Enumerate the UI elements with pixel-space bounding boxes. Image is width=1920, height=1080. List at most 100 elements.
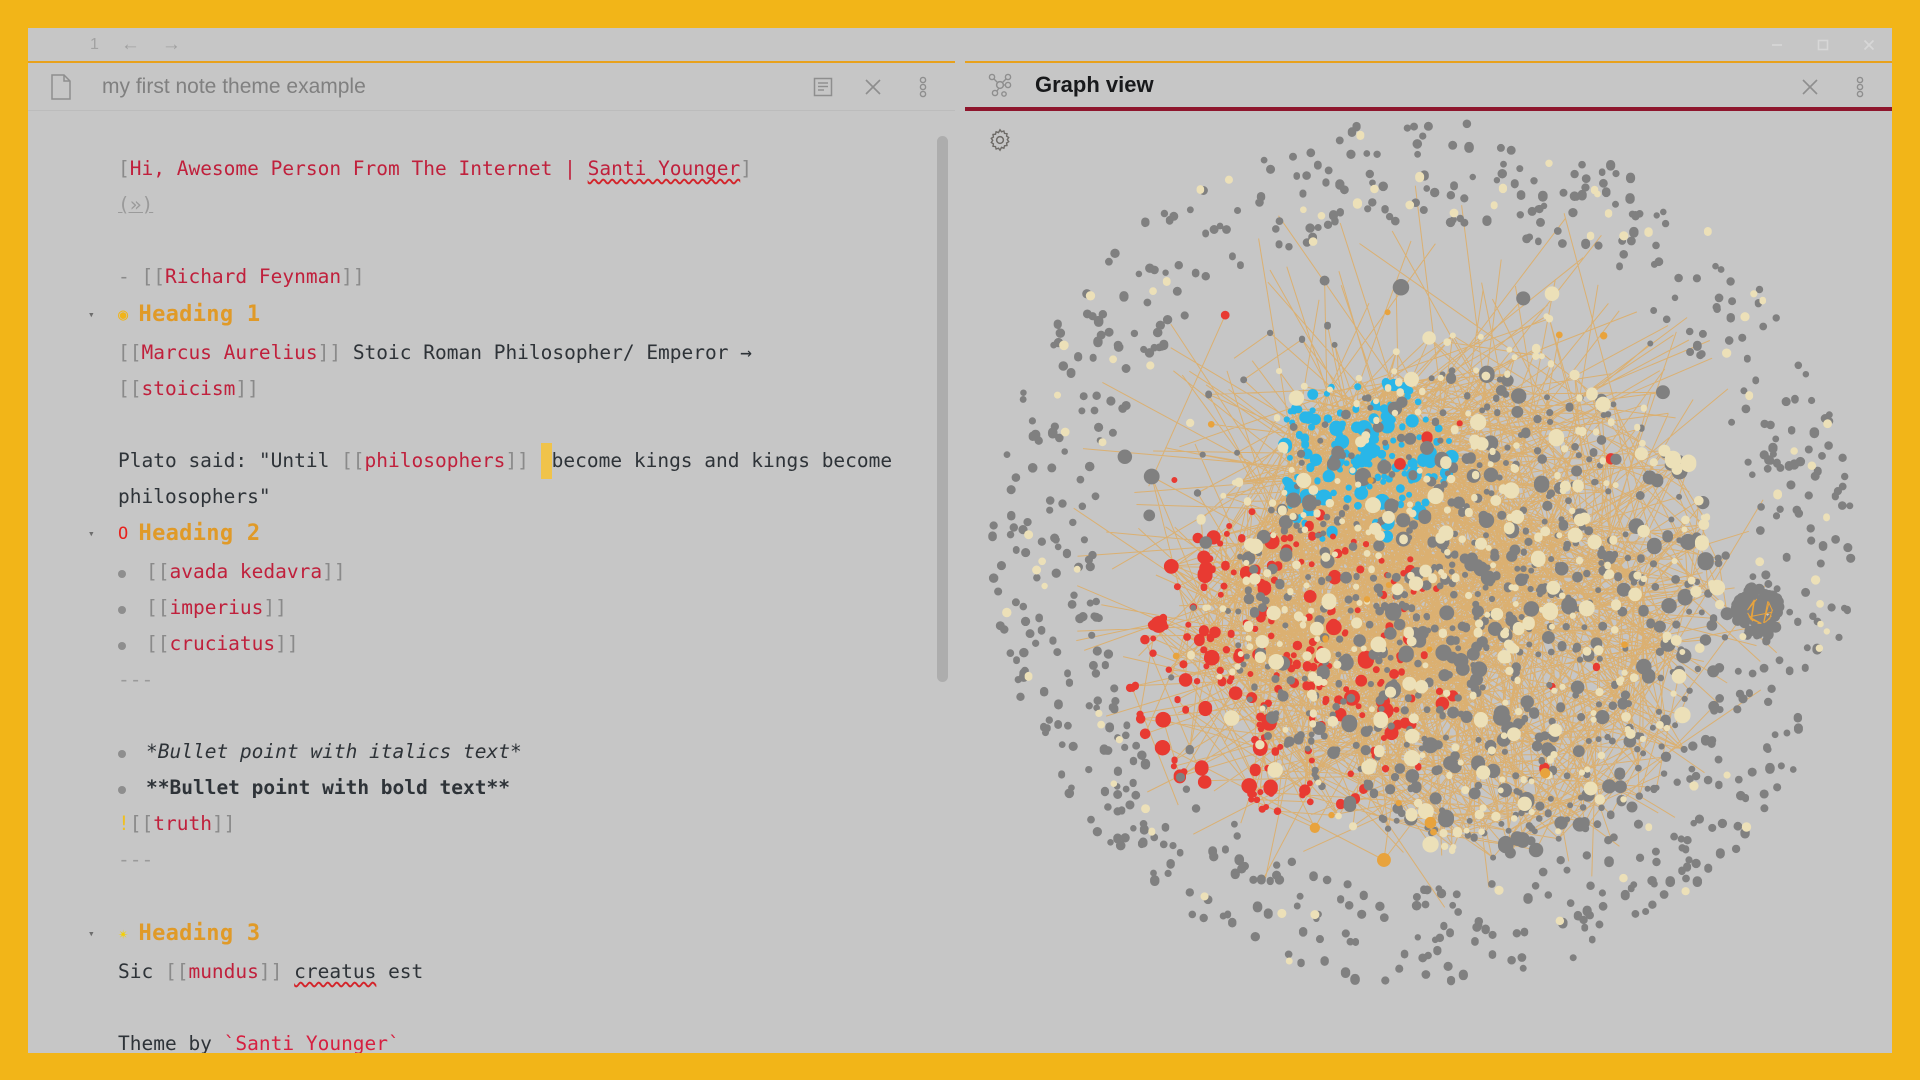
heading-label: Heading 2 (138, 521, 261, 546)
note-line[interactable]: [[Marcus Aurelius]] Stoic Roman Philosop… (28, 335, 955, 371)
markdown-syntax: ]] (235, 377, 259, 401)
note-text (529, 449, 541, 472)
note-bullet-item[interactable]: **Bullet point with bold text** (28, 770, 955, 806)
note-heading-2[interactable]: ▾ O Heading 2 (28, 514, 955, 554)
internal-link[interactable]: mundus (188, 960, 258, 983)
markdown-syntax: ! (118, 812, 130, 836)
editor-tab-header[interactable]: my first note theme example (28, 63, 955, 111)
note-bullet-item[interactable]: *Bullet point with italics text* (28, 734, 955, 770)
close-tab-button[interactable] (853, 67, 893, 107)
editor-pane: my first note theme example [Hi, Awesome… (28, 61, 955, 1053)
markdown-syntax: - (118, 265, 142, 288)
page-title: my first note theme example (102, 74, 366, 98)
fold-toggle-icon[interactable]: ▾ (88, 305, 95, 325)
internal-link[interactable]: cruciatus (169, 632, 275, 655)
note-bullet-item[interactable]: [[avada kedavra]] (28, 554, 955, 590)
internal-link[interactable]: imperius (169, 596, 263, 619)
note-blank-line (28, 990, 955, 1026)
internal-link[interactable]: Marcus Aurelius (141, 341, 317, 364)
workspace: my first note theme example [Hi, Awesome… (28, 61, 1892, 1053)
graph-node-icon (987, 72, 1013, 98)
note-text (282, 960, 294, 983)
markdown-syntax: [[ (341, 449, 365, 473)
heading-marker-icon: ◉ (118, 305, 129, 325)
note-bullet-item[interactable]: [[imperius]] (28, 590, 955, 626)
markdown-syntax: ]] (211, 812, 236, 836)
note-line-with-cursor[interactable]: Plato said: "Until [[philosophers]] |bec… (28, 443, 955, 514)
note-line[interactable]: ![[truth]] (28, 806, 955, 842)
editor-scrollbar[interactable] (937, 111, 948, 1053)
note-text: Sic (118, 960, 165, 984)
internal-link[interactable]: truth (153, 812, 212, 835)
markdown-syntax: [[ (146, 596, 170, 620)
internal-link[interactable]: Richard Feynman (165, 265, 341, 288)
graph-canvas[interactable] (965, 111, 1892, 1053)
markdown-syntax: [[ (129, 812, 154, 836)
note-external-link[interactable]: (») (28, 187, 955, 223)
note-heading-3[interactable]: ▾ ✴ Heading 3 (28, 914, 955, 954)
note-list-item[interactable]: - [[Richard Feynman]] (28, 259, 955, 295)
tab-count-label: 1 (90, 35, 99, 53)
fold-toggle-icon[interactable]: ▾ (88, 524, 95, 544)
gear-icon[interactable] (985, 125, 1015, 155)
markdown-syntax: [[ (146, 560, 170, 584)
note-line[interactable]: [[stoicism]] (28, 371, 955, 407)
note-editor-content[interactable]: [Hi, Awesome Person From The Internet | … (28, 111, 955, 1053)
external-link[interactable]: (») (118, 193, 153, 216)
fold-toggle-icon[interactable]: ▾ (88, 924, 95, 944)
heading-marker-icon: ✴ (118, 924, 129, 945)
graph-network-svg[interactable] (965, 111, 1882, 1036)
note-line[interactable]: --- (28, 842, 955, 878)
note-text: Plato said: "Until (118, 449, 342, 473)
markdown-syntax: ]] (258, 960, 283, 984)
heading-text: ◉ Heading 1 (118, 302, 260, 327)
bullet-dot-icon (118, 750, 126, 759)
more-options-button[interactable] (903, 67, 943, 107)
editor-scrollbar-thumb[interactable] (937, 136, 948, 682)
bullet-dot-icon (118, 606, 126, 615)
internal-link[interactable]: avada kedavra (169, 560, 322, 583)
forward-arrow-icon[interactable]: → (162, 35, 181, 54)
internal-link[interactable]: Santi Younger (588, 157, 741, 180)
markdown-syntax: ] (740, 157, 752, 180)
title-bar: 1 ← → (28, 28, 1892, 61)
navigation-group: 1 ← → (90, 35, 181, 54)
note-scroll-container[interactable]: [Hi, Awesome Person From The Internet | … (28, 111, 955, 1053)
heading-marker-icon: O (118, 524, 129, 544)
back-arrow-icon[interactable]: ← (121, 35, 140, 54)
pane-divider[interactable] (955, 61, 965, 1053)
bullet-dot-icon (118, 570, 126, 579)
note-text: *Bullet point with italics text* (146, 740, 522, 764)
heading-text: ✴ Heading 3 (118, 921, 260, 946)
note-heading-1[interactable]: ▾ ◉ Heading 1 (28, 295, 955, 335)
close-button[interactable] (1846, 28, 1892, 61)
internal-link[interactable]: philosophers (365, 449, 506, 472)
markdown-syntax: ]] (263, 596, 287, 620)
reading-view-icon[interactable] (803, 67, 843, 107)
more-options-button[interactable] (1840, 67, 1880, 107)
minimize-button[interactable] (1754, 28, 1800, 61)
markdown-syntax: [[ (118, 341, 142, 365)
maximize-button[interactable] (1800, 28, 1846, 61)
note-text: **Bullet point with bold text** (146, 776, 510, 800)
note-line[interactable]: --- (28, 662, 955, 698)
note-line[interactable]: Sic [[mundus]] creatus est (28, 954, 955, 990)
markdown-syntax: [[ (164, 960, 189, 984)
note-text: Theme by (118, 1032, 224, 1053)
note-link-line[interactable]: [Hi, Awesome Person From The Internet | … (28, 151, 955, 187)
close-pane-button[interactable] (1790, 67, 1830, 107)
note-line[interactable]: Theme by `Santi Younger` (28, 1026, 955, 1053)
app-window-frame: 1 ← → my first note theme example [Hi, A… (0, 0, 1920, 1080)
note-blank-line (28, 407, 955, 443)
note-blank-line (28, 878, 955, 914)
markdown-syntax: [[ (141, 265, 165, 288)
internal-link[interactable]: stoicism (141, 377, 235, 400)
internal-link[interactable]: Hi, Awesome Person From The Internet | (130, 157, 588, 180)
bullet-dot-icon (118, 786, 126, 795)
markdown-syntax: ]] (275, 632, 299, 656)
note-bullet-item[interactable]: [[cruciatus]] (28, 626, 955, 662)
note-text: `Santi Younger` (223, 1032, 400, 1053)
obsidian-window: 1 ← → my first note theme example [Hi, A… (28, 28, 1892, 1053)
markdown-syntax: [ (118, 157, 130, 180)
graph-tab-header[interactable]: Graph view (965, 63, 1892, 111)
